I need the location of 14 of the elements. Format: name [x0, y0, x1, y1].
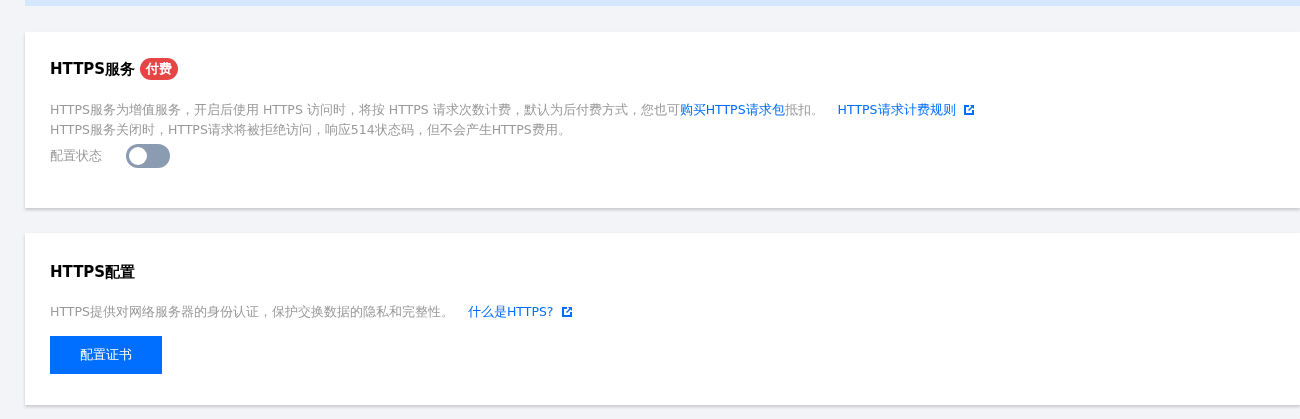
section-title: HTTPS服务 [50, 59, 136, 79]
buy-package-link[interactable]: 购买HTTPS请求包 [679, 102, 785, 117]
external-link-icon[interactable] [560, 306, 573, 318]
configure-certificate-button[interactable]: 配置证书 [50, 336, 162, 374]
external-link-icon[interactable] [962, 104, 975, 116]
service-description: HTTPS服务为增值服务，开启后使用 HTTPS 访问时，将按 HTTPS 请求次数计费，默认为后付费方式，您也可购买HTTPS请求包抵扣。 [50, 101, 824, 119]
config-description: HTTPS提供对网络服务器的身份认证，保护交换数据的隐私和完整性。 [50, 303, 454, 321]
status-toggle[interactable] [126, 144, 170, 168]
paid-badge: 付费 [140, 58, 179, 80]
status-label: 配置状态 [50, 147, 102, 165]
section-title: HTTPS配置 [50, 263, 136, 282]
service-note: HTTPS服务关闭时，HTTPS请求将被拒绝访问，响应514状态码，但不会产生HTTPS费用。 [50, 121, 572, 139]
billing-rules-link[interactable]: HTTPS请求计费规则 [837, 101, 956, 119]
help-link[interactable]: 什么是HTTPS? [467, 303, 554, 321]
